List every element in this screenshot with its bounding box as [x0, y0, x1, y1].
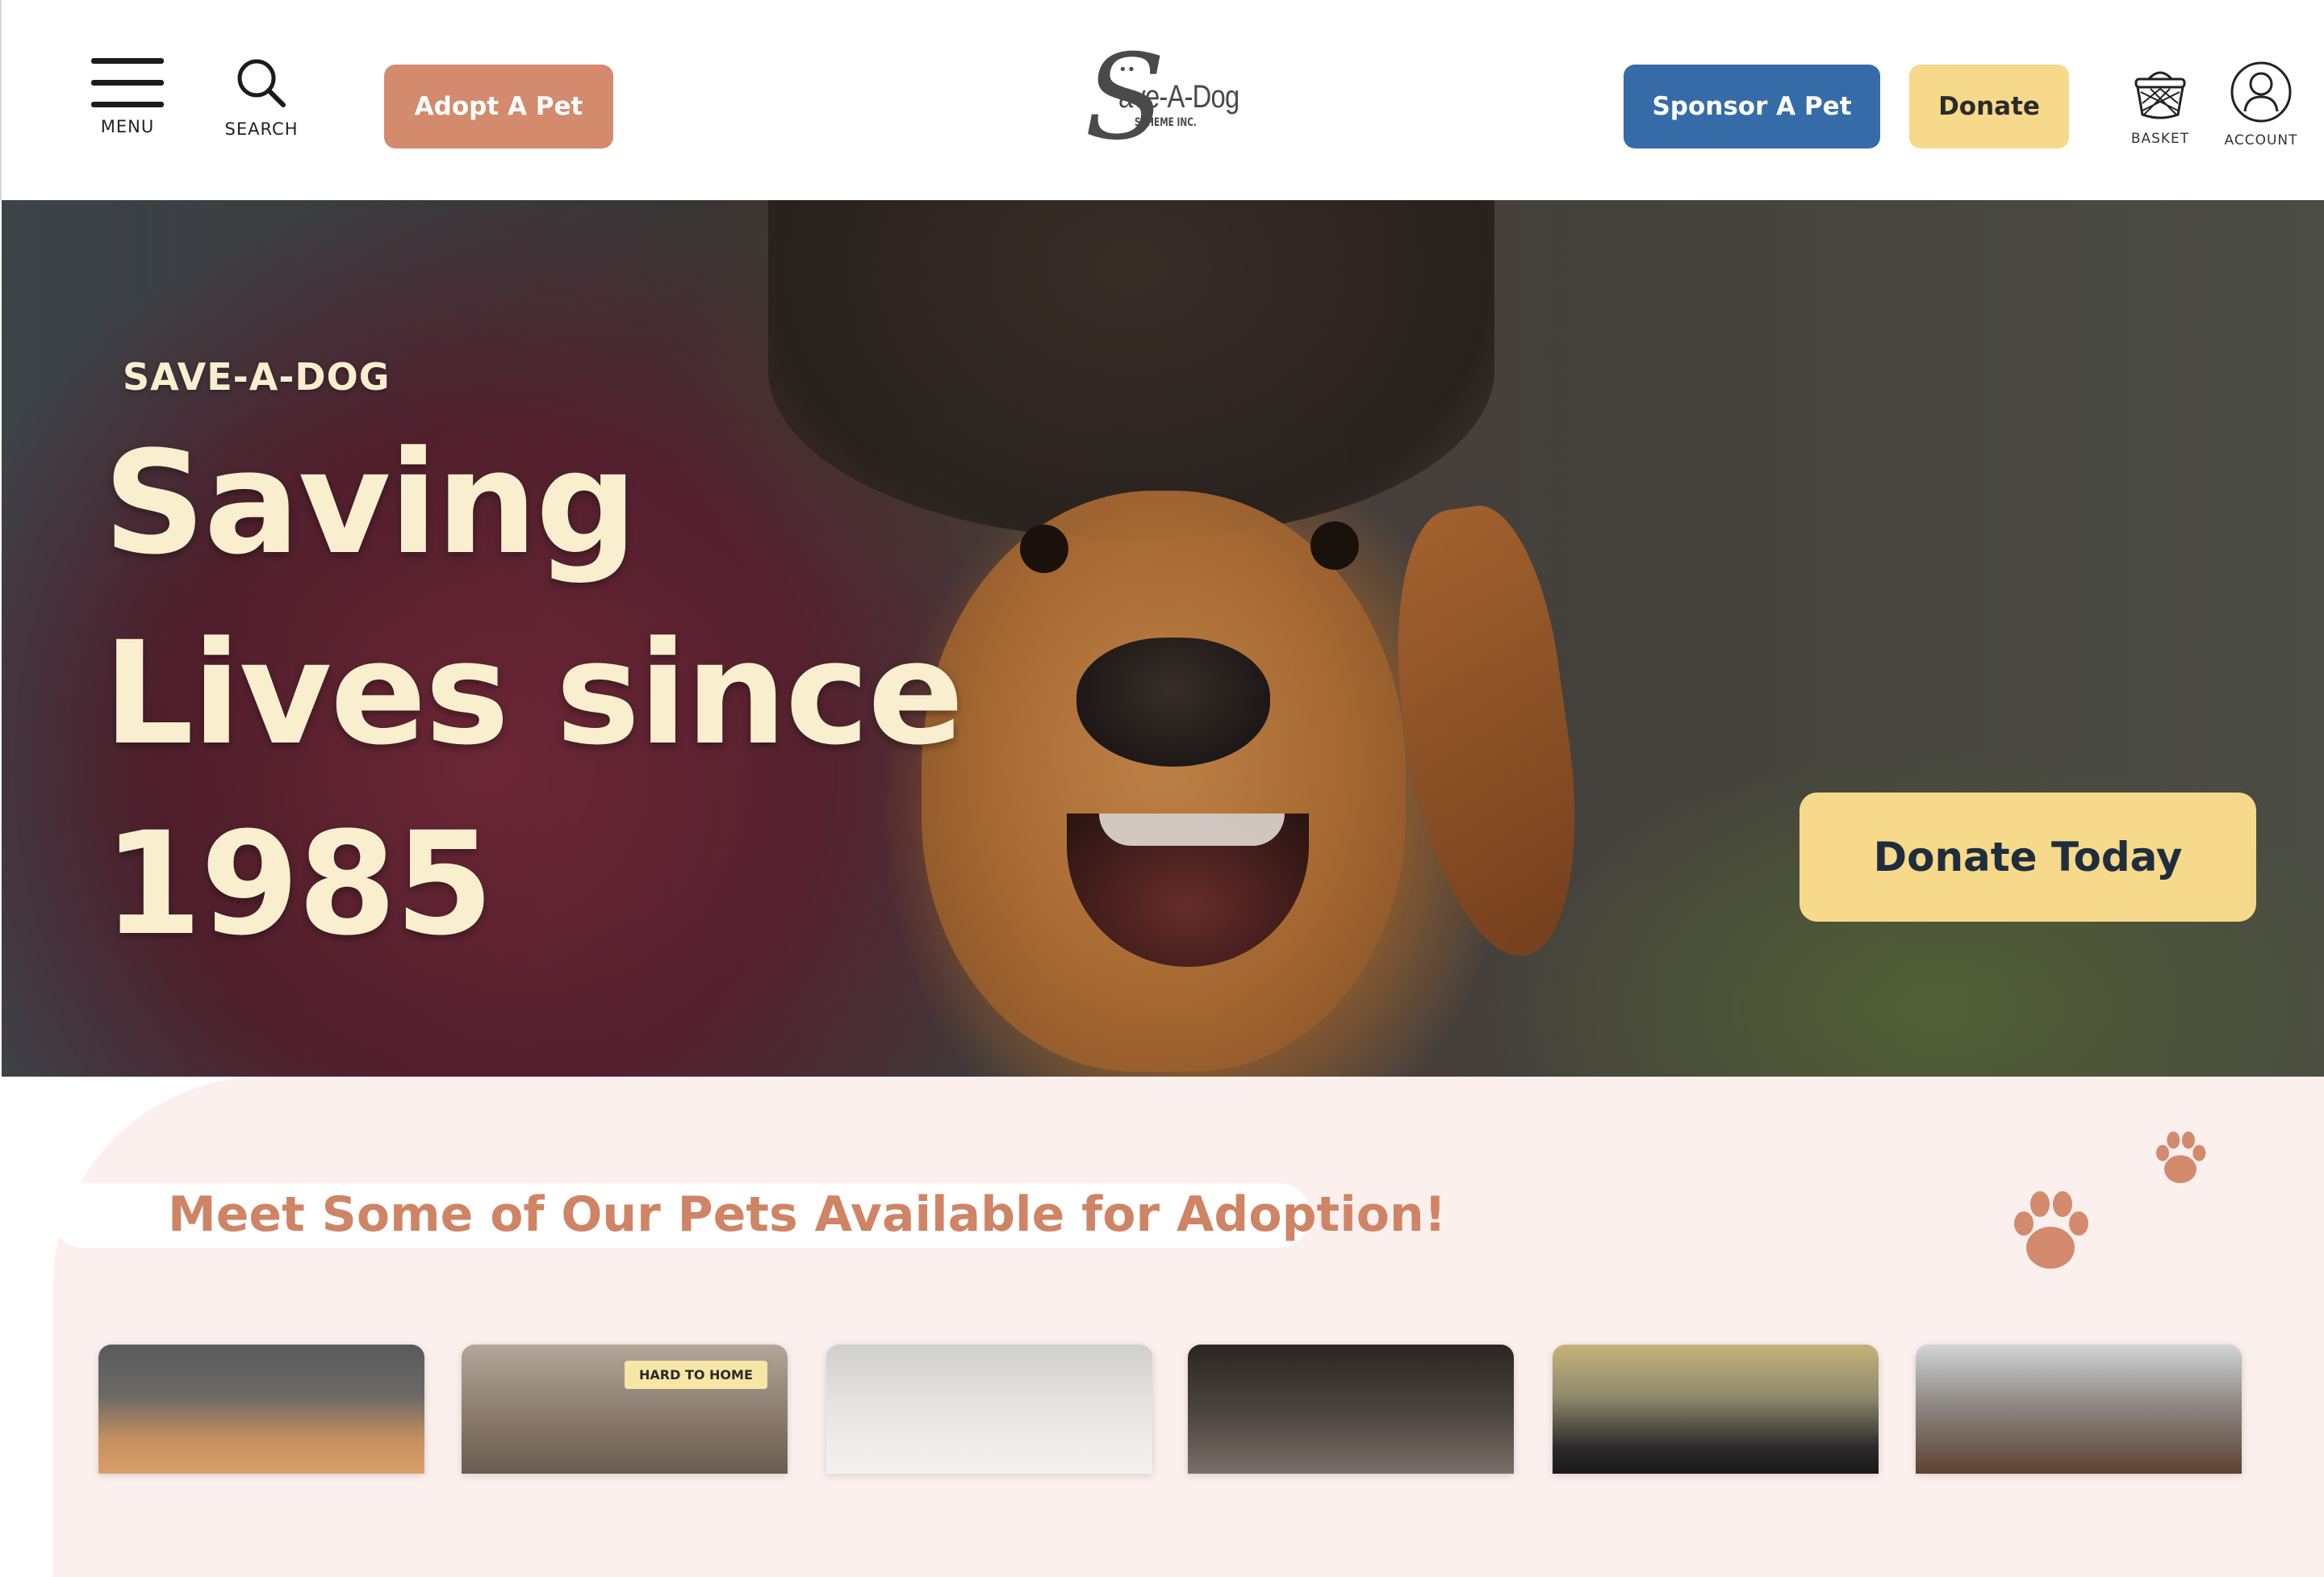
menu-icon: [91, 58, 164, 107]
menu-label: MENU: [100, 117, 155, 136]
logo-paw-icon: ••: [1118, 61, 1136, 78]
basket-icon: [2134, 71, 2186, 119]
site-logo[interactable]: S •• ave-A-Dog SCHEME INC.: [1085, 39, 1246, 160]
sponsor-a-pet-button[interactable]: Sponsor A Pet: [1624, 65, 1880, 148]
pet-card[interactable]: [1188, 1345, 1514, 1474]
pet-card[interactable]: [826, 1345, 1152, 1474]
logo-subtitle: SCHEME INC.: [1135, 116, 1197, 129]
donate-button[interactable]: Donate: [1909, 65, 2069, 148]
pet-card[interactable]: [1553, 1345, 1879, 1474]
paw-print-icon: [2014, 1191, 2088, 1269]
hard-to-home-badge: HARD TO HOME: [625, 1361, 767, 1389]
pet-card[interactable]: [98, 1345, 424, 1474]
section-background: [53, 1077, 2324, 1577]
pet-card[interactable]: HARD TO HOME: [462, 1345, 788, 1474]
basket-button[interactable]: BASKET: [2124, 61, 2197, 147]
account-label: ACCOUNT: [2224, 132, 2298, 148]
donate-today-button[interactable]: Donate Today: [1799, 793, 2256, 922]
hero-title: Saving Lives since 1985: [103, 420, 964, 967]
account-button[interactable]: ACCOUNT: [2219, 60, 2303, 148]
paw-print-icon: [2156, 1132, 2206, 1183]
hero-banner: SAVE-A-DOG Saving Lives since 1985: [2, 200, 2324, 1077]
pet-card[interactable]: [1916, 1345, 2242, 1474]
logo-wordmark: ave-A-Dog: [1118, 79, 1239, 115]
search-icon: [237, 59, 286, 107]
site-header: MENU SEARCH Adopt A Pet S •• ave-A-Dog S…: [0, 0, 2324, 200]
menu-button[interactable]: MENU: [89, 58, 166, 136]
adopt-a-pet-button[interactable]: Adopt A Pet: [384, 65, 613, 148]
account-icon: [2230, 61, 2292, 123]
search-button[interactable]: SEARCH: [221, 56, 302, 139]
adoption-heading: Meet Some of Our Pets Available for Adop…: [168, 1186, 1447, 1243]
search-label: SEARCH: [224, 119, 299, 139]
basket-label: BASKET: [2130, 131, 2190, 147]
hero-kicker: SAVE-A-DOG: [123, 355, 391, 399]
